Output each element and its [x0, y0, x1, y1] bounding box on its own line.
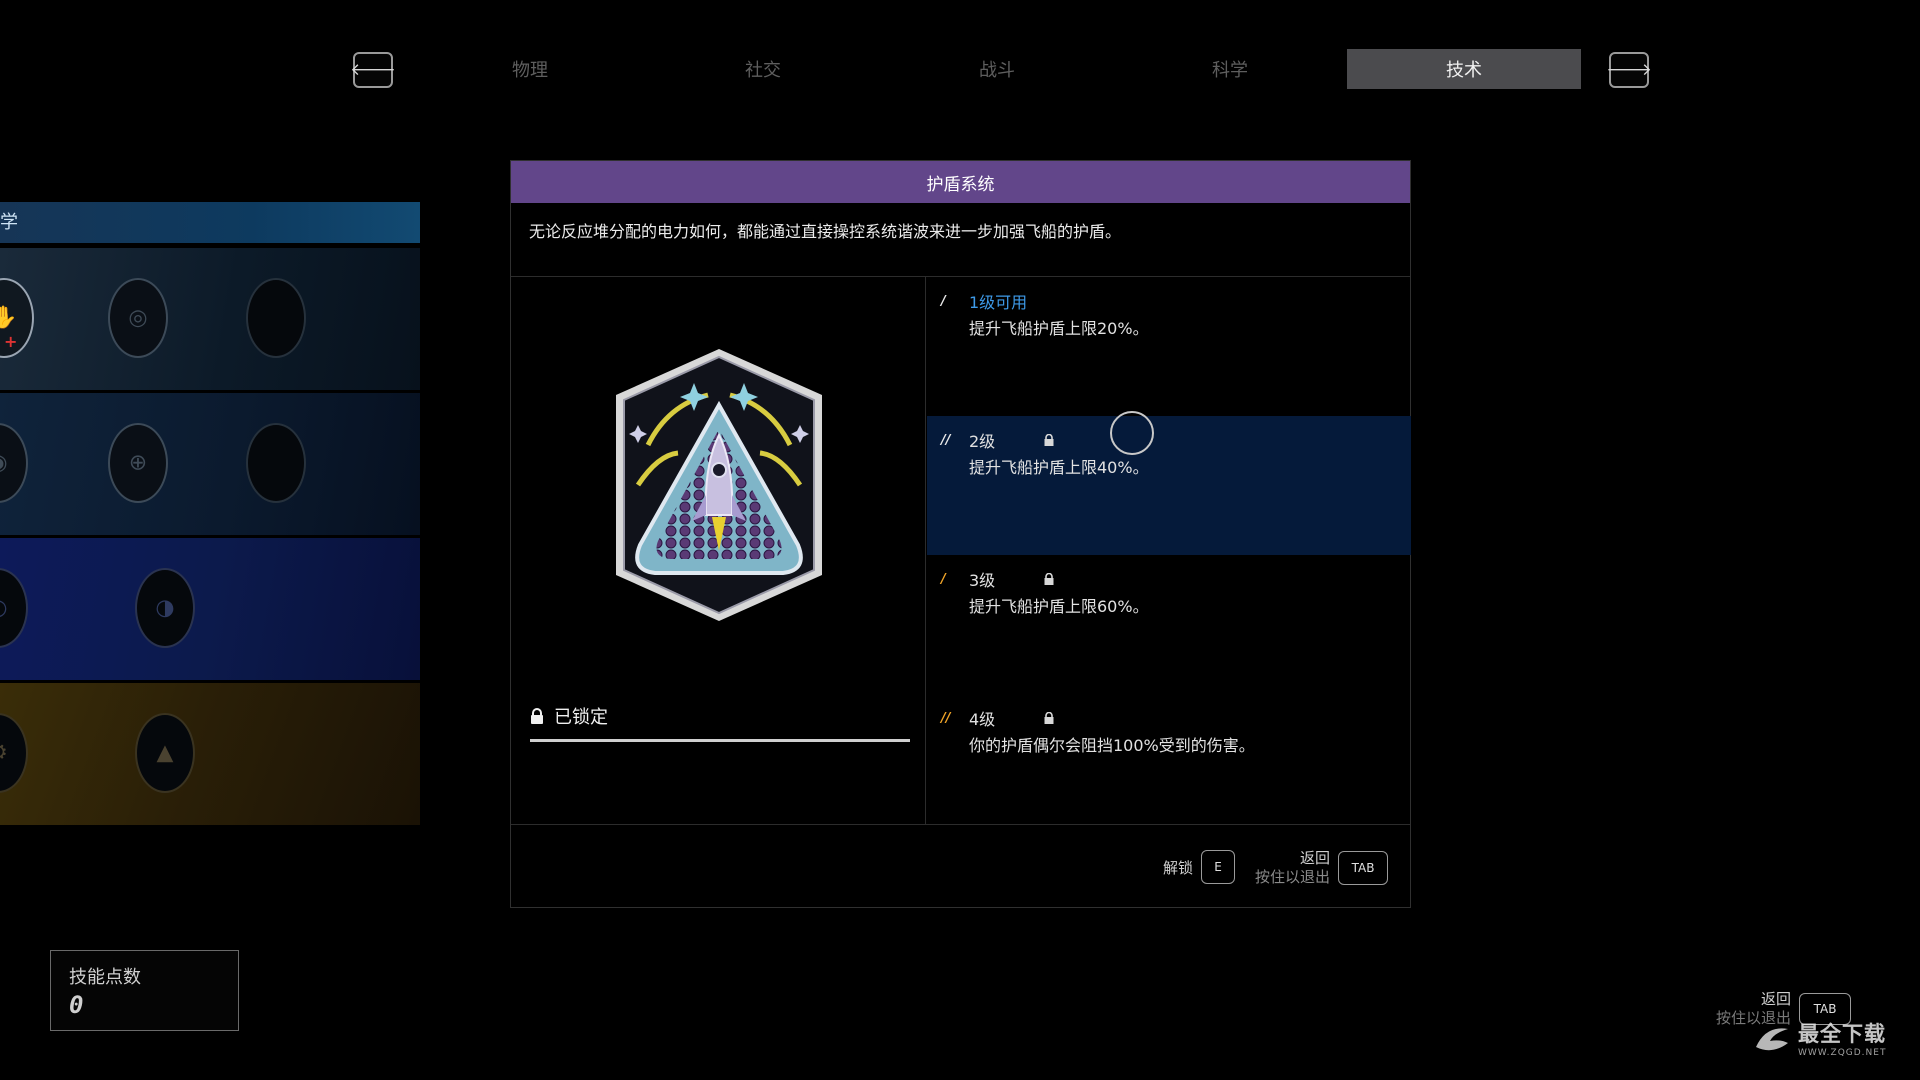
tree-row-tier-4: ⚙ ▲ [0, 683, 420, 825]
back-label: 返回 [1300, 849, 1331, 867]
skill-node[interactable]: ◎ [108, 278, 168, 358]
rank-pip: / [941, 571, 946, 587]
rank-pip: // [941, 710, 951, 726]
skill-node[interactable]: ▲ [135, 713, 195, 793]
tree-row-tier-1: ✋ + ◎ [0, 248, 420, 390]
skill-description: 无论反应堆分配的电力如何，都能通过直接操控系统谐波来进一步加强飞船的护盾。 [511, 203, 1410, 277]
rank-name: 4级 [969, 710, 996, 729]
rank-pip: / [941, 293, 946, 309]
skill-tree: 学 ✋ + ◎ ◉ ⊕ ◐ ◑ ⚙ ▲ [0, 202, 420, 825]
rank-description: 提升飞船护盾上限20%。 [969, 319, 1149, 338]
tab-label: 物理 [512, 60, 548, 81]
unlock-label: 解锁 [1163, 858, 1194, 877]
back-hint[interactable]: 返回 按住以退出 TAB [1255, 849, 1389, 887]
skill-node[interactable] [246, 278, 306, 358]
tree-row-tier-3: ◐ ◑ [0, 538, 420, 680]
tab-physical[interactable]: 物理 [413, 49, 647, 89]
plus-icon: + [4, 332, 18, 351]
skill-emblem-icon: ▲ [156, 740, 174, 766]
rank-description: 提升飞船护盾上限60%。 [969, 597, 1149, 616]
rank-description: 提升飞船护盾上限40%。 [969, 458, 1149, 477]
skill-emblem-icon: ⚙ [0, 741, 8, 766]
watermark-url: WWW.ZQGD.NET [1798, 1048, 1887, 1058]
arrow-left-icon: 🡐 [350, 60, 396, 80]
skill-emblem-icon: ◉ [0, 451, 8, 476]
back-label: 返回 [1761, 990, 1792, 1008]
progress-bar [530, 739, 910, 742]
skill-emblem-column: 已锁定 [511, 277, 926, 825]
lock-status: 已锁定 [530, 703, 608, 729]
skill-emblem-icon: ⊕ [128, 450, 148, 476]
unlock-hint[interactable]: 解锁 E [1163, 850, 1236, 884]
back-sub-label: 按住以退出 [1255, 868, 1331, 886]
key-tab-icon: TAB [1338, 851, 1389, 885]
rank-4[interactable]: // 4级 你的护盾偶尔会阻挡100%受到的伤害。 [927, 694, 1411, 833]
watermark-logo-icon [1756, 1028, 1788, 1051]
rank-2[interactable]: // 2级 提升飞船护盾上限40%。 [927, 416, 1411, 555]
skill-emblem-icon: ◑ [155, 595, 175, 621]
rank-3[interactable]: / 3级 提升飞船护盾上限60%。 [927, 555, 1411, 694]
skill-emblem-icon: ✋ [0, 305, 18, 331]
tab-label: 社交 [745, 60, 781, 81]
rank-name: 1级可用 [969, 293, 1028, 312]
skill-detail-panel: 护盾系统 无论反应堆分配的电力如何，都能通过直接操控系统谐波来进一步加强飞船的护… [510, 160, 1411, 908]
panel-footer: 解锁 E 返回 按住以退出 TAB [511, 825, 1410, 907]
tree-row-tier-2: ◉ ⊕ [0, 393, 420, 535]
watermark-title: 最全下载 [1798, 1022, 1886, 1046]
lock-icon [531, 707, 543, 724]
cursor-ring [1110, 411, 1154, 455]
rank-1[interactable]: / 1级可用 提升飞船护盾上限20%。 [927, 277, 1411, 416]
category-tab-bar: 🡐 物理 社交 战斗 科学 技术 🡒 [0, 49, 1920, 89]
arrow-right-icon: 🡒 [1606, 60, 1652, 80]
shield-systems-badge-icon [608, 345, 830, 625]
tab-social[interactable]: 社交 [646, 49, 880, 89]
tab-label: 科学 [1212, 60, 1248, 81]
skill-node[interactable]: ⚙ [0, 713, 28, 793]
skill-emblem-icon: ◐ [0, 596, 8, 621]
skill-node[interactable]: ◐ [0, 568, 28, 648]
watermark: 最全下载 WWW.ZQGD.NET [1752, 1018, 1886, 1058]
skill-detail-body: 已锁定 / 1级可用 提升飞船护盾上限20%。 // 2级 提升飞船护盾上限40… [511, 277, 1411, 825]
rank-pip: // [941, 432, 951, 448]
skill-node[interactable] [246, 423, 306, 503]
lock-icon [1044, 434, 1054, 446]
lock-icon [1044, 712, 1054, 724]
tab-tech[interactable]: 技术 [1347, 49, 1581, 89]
rank-name: 2级 [969, 432, 996, 451]
rank-description: 你的护盾偶尔会阻挡100%受到的伤害。 [969, 736, 1255, 755]
next-category-button[interactable]: 🡒 [1606, 52, 1652, 88]
tab-science[interactable]: 科学 [1113, 49, 1347, 89]
lock-status-label: 已锁定 [554, 707, 608, 728]
skill-emblem-icon: ◎ [128, 305, 148, 331]
skill-node[interactable]: ◑ [135, 568, 195, 648]
tab-combat[interactable]: 战斗 [880, 49, 1114, 89]
skill-points-label: 技能点数 [69, 967, 141, 988]
tree-header: 学 [0, 202, 420, 243]
tab-label: 技术 [1446, 60, 1482, 81]
rank-list: / 1级可用 提升飞船护盾上限20%。 // 2级 提升飞船护盾上限40%。 /… [927, 277, 1411, 825]
skill-points-value: 0 [69, 991, 84, 1019]
key-e-icon: E [1201, 850, 1236, 884]
rank-name: 3级 [969, 571, 996, 590]
prev-category-button[interactable]: 🡐 [350, 52, 396, 88]
lock-icon [1044, 573, 1054, 585]
skill-node[interactable]: ⊕ [108, 423, 168, 503]
skill-node[interactable]: ✋ + [0, 278, 34, 358]
skill-title: 护盾系统 [511, 161, 1410, 203]
skill-points-box: 技能点数 0 [50, 950, 239, 1031]
tab-label: 战斗 [979, 60, 1015, 81]
skill-node[interactable]: ◉ [0, 423, 28, 503]
